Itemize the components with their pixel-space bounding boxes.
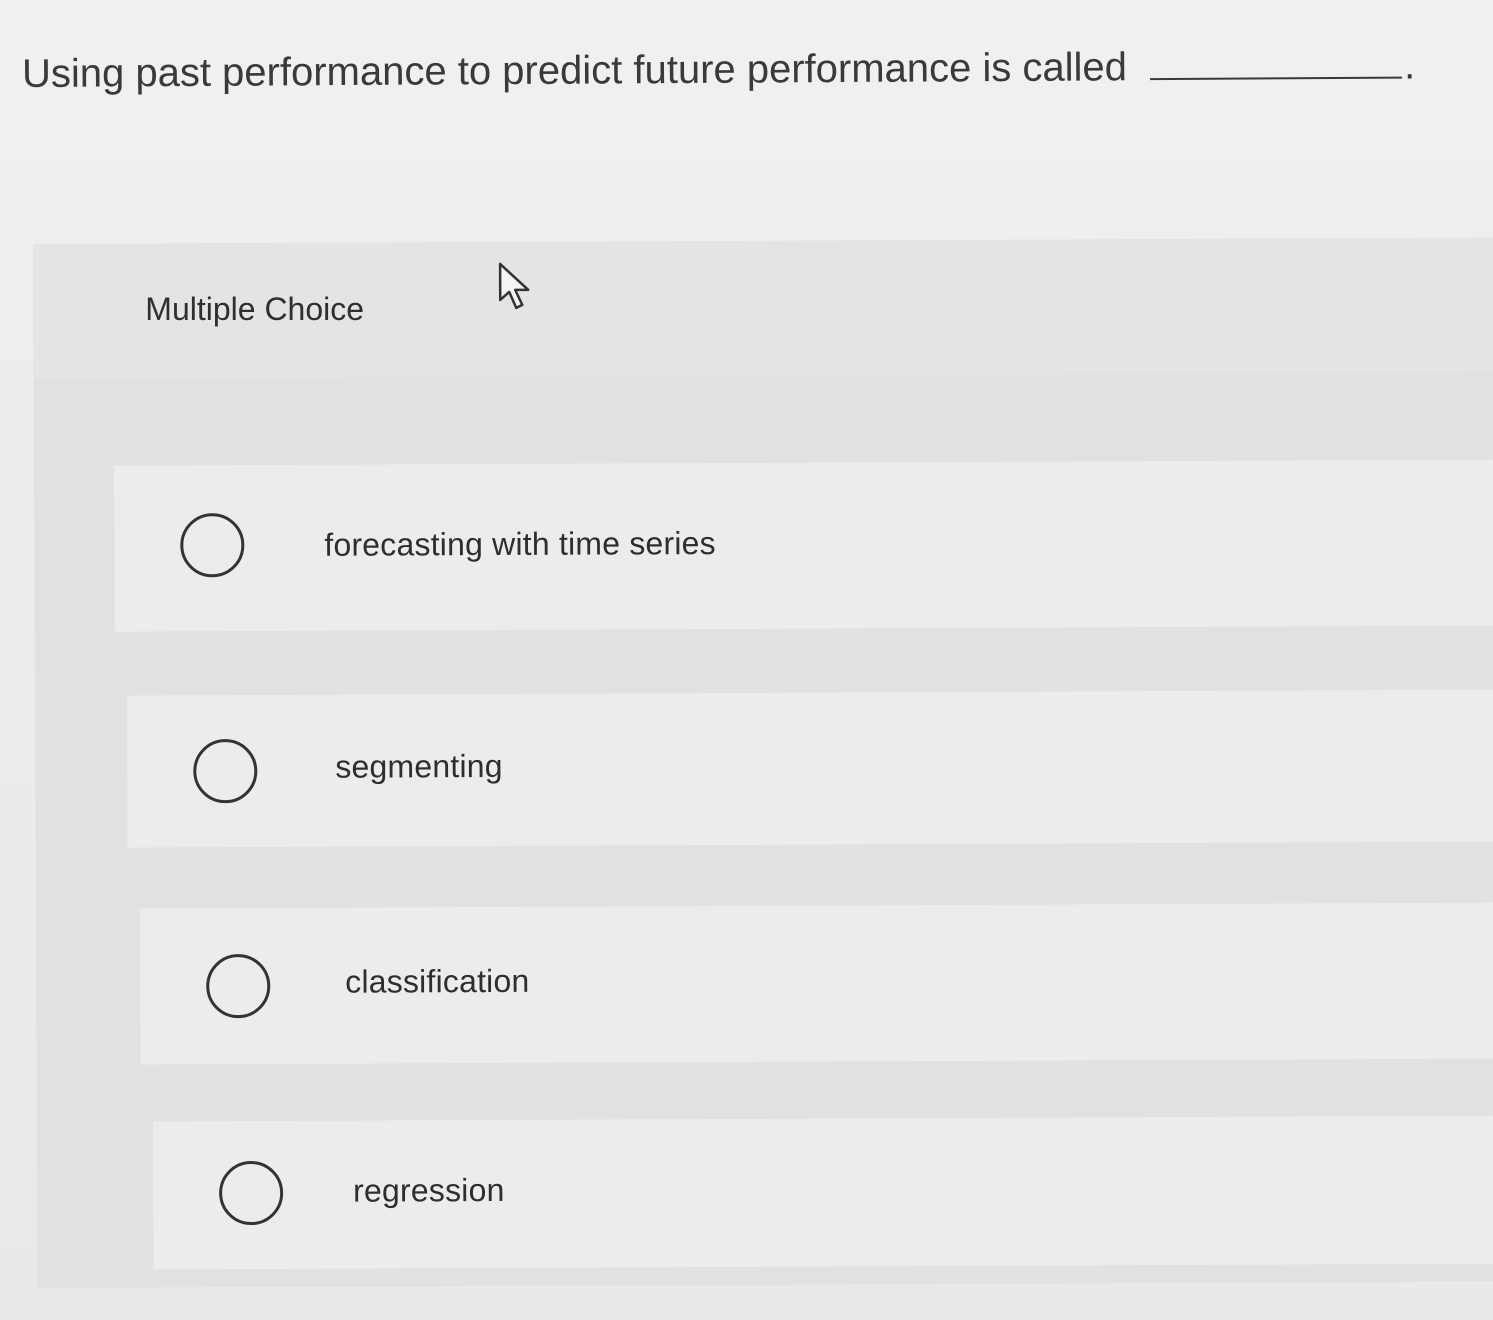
question-prompt: Using past performance to predict future… <box>22 35 1482 104</box>
question-text: Using past performance to predict future… <box>21 45 1128 96</box>
answer-option-segmenting[interactable]: segmenting <box>126 689 1493 848</box>
option-label: regression <box>353 1171 505 1209</box>
answer-option-classification[interactable]: classification <box>139 902 1493 1065</box>
option-label: classification <box>345 962 530 1000</box>
option-label: segmenting <box>335 747 503 785</box>
radio-button[interactable] <box>219 1160 284 1226</box>
answer-option-regression[interactable]: regression <box>152 1115 1493 1270</box>
question-period: . <box>1403 43 1416 88</box>
radio-button[interactable] <box>193 739 258 804</box>
question-type-label: Multiple Choice <box>145 291 365 328</box>
answer-blank <box>1149 46 1403 81</box>
mouse-pointer-icon <box>498 262 530 310</box>
radio-button[interactable] <box>206 953 271 1019</box>
multiple-choice-panel: Multiple Choice forecasting with time se… <box>33 237 1493 1288</box>
option-label: forecasting with time series <box>324 525 716 563</box>
panel-header: Multiple Choice <box>33 237 1493 379</box>
answer-option-forecasting[interactable]: forecasting with time series <box>113 459 1493 632</box>
radio-button[interactable] <box>180 513 245 578</box>
